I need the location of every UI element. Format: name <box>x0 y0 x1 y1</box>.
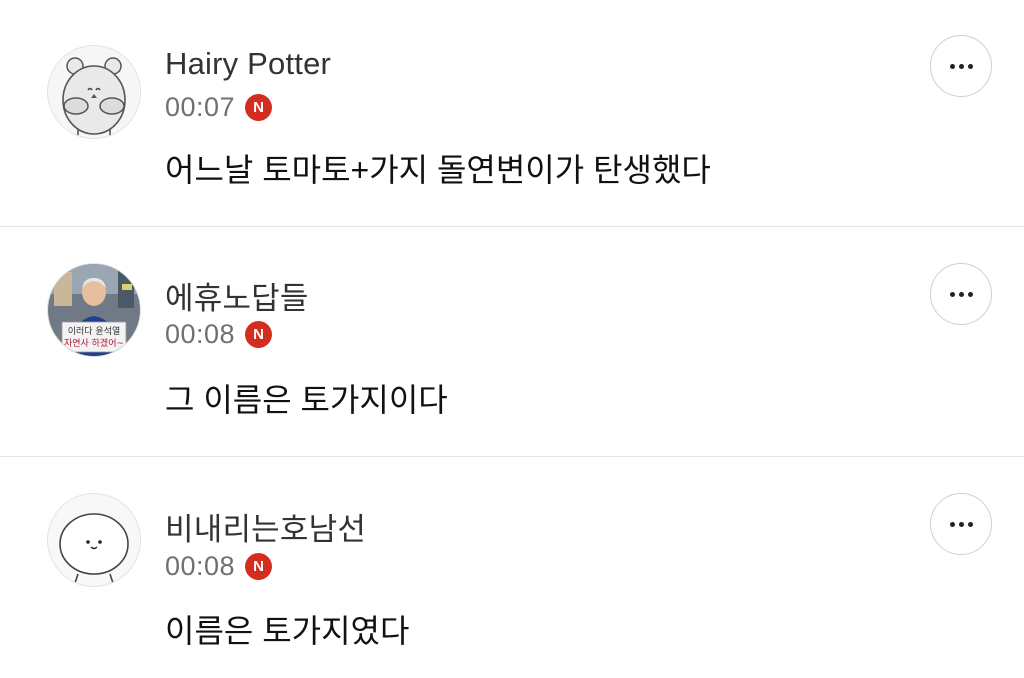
comment-item: 이러다 윤석열 자연사 하겠어~ 에휴노답들 00:08 N 그 이름은 토가지… <box>0 227 1024 457</box>
comment-item: 비내리는호남선 00:08 N 이름은 토가지였다 <box>0 457 1024 678</box>
comment-meta: 00:07 N <box>165 92 273 123</box>
dot-icon <box>949 291 955 297</box>
dot-icon <box>958 63 964 69</box>
dot-icon <box>967 63 973 69</box>
new-badge-icon: N <box>245 321 273 348</box>
comment-time: 00:08 <box>165 551 236 581</box>
dot-icon <box>958 291 964 297</box>
comment-time: 00:07 <box>165 92 236 122</box>
photo-sign-line-2: 자연사 하겠어~ <box>64 338 124 349</box>
comment-meta: 00:08 N <box>165 551 273 582</box>
hamster-character-icon[interactable] <box>47 45 141 139</box>
dot-icon <box>967 291 973 297</box>
more-options-button[interactable] <box>930 493 992 555</box>
more-options-button[interactable] <box>930 263 992 325</box>
comment-author[interactable]: Hairy Potter <box>165 46 331 82</box>
dot-icon <box>949 521 955 527</box>
comment-author[interactable]: 비내리는호남선 <box>165 504 366 549</box>
comment-meta: 00:08 N <box>165 319 273 350</box>
comment-text: 어느날 토마토+가지 돌연변이가 탄생했다 <box>165 152 711 188</box>
more-options-button[interactable] <box>930 35 992 97</box>
comment-text: 이름은 토가지였다 <box>165 613 410 649</box>
photo-avatar[interactable]: 이러다 윤석열 자연사 하겠어~ <box>47 263 141 357</box>
comment-time: 00:08 <box>165 319 236 349</box>
seal-character-icon[interactable] <box>47 493 141 587</box>
dot-icon <box>958 521 964 527</box>
new-badge-icon: N <box>245 94 273 121</box>
comment-text: 그 이름은 토가지이다 <box>165 382 448 418</box>
dot-icon <box>967 521 973 527</box>
new-badge-icon: N <box>245 553 273 580</box>
dot-icon <box>949 63 955 69</box>
photo-sign-line-1: 이러다 윤석열 <box>68 326 121 337</box>
comment-author[interactable]: 에휴노답들 <box>165 273 309 318</box>
comment-item: Hairy Potter 00:07 N 어느날 토마토+가지 돌연변이가 탄생… <box>0 0 1024 227</box>
